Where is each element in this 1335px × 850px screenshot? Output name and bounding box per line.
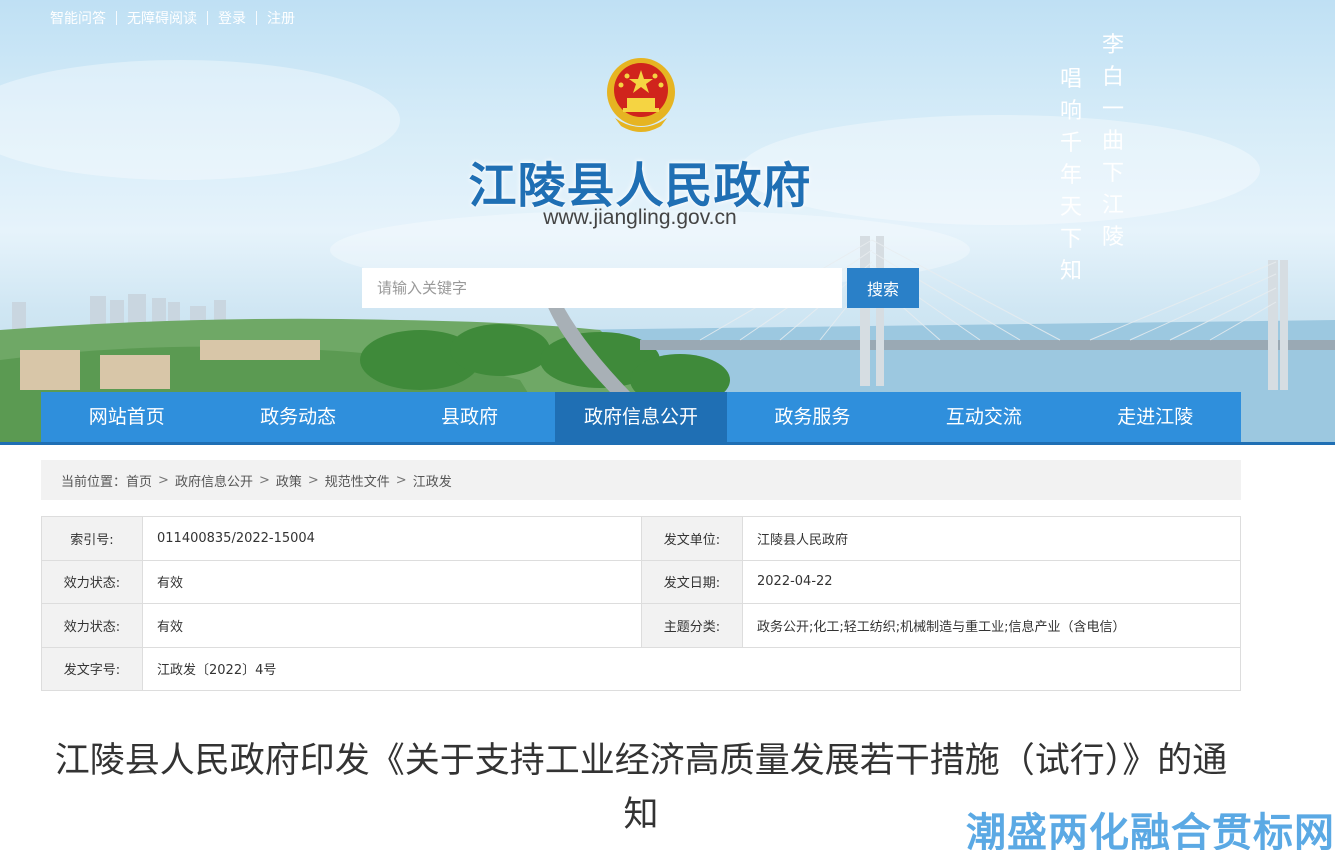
divider [116,11,117,25]
doc-number-label: 发文字号: [41,646,143,691]
breadcrumb-jiangzhengfa[interactable]: 江政发 [413,471,452,490]
search-button[interactable]: 搜索 [847,268,919,308]
breadcrumb: 当前位置： 首页 > 政府信息公开 > 政策 > 规范性文件 > 江政发 [41,460,1241,500]
site-url: www.jiangling.gov.cn [543,206,737,229]
poem-column-2: 唱响千年天下知 [1059,67,1082,284]
header-banner: 智能问答 无障碍阅读 登录 注册 江陵县人民政府 www.jiangling.g… [0,0,1335,445]
watermark: 潮盛两化融合贯标网 [966,810,1335,850]
main-nav: 网站首页 政务动态 县政府 政府信息公开 政务服务 互动交流 走进江陵 [41,392,1241,442]
nav-info-disclosure[interactable]: 政府信息公开 [555,392,727,442]
accessibility-link[interactable]: 无障碍阅读 [127,8,197,28]
breadcrumb-home[interactable]: 首页 [126,471,152,490]
nav-services[interactable]: 政务服务 [727,392,898,442]
chevron-right-icon: > [158,472,169,488]
poem-column-1: 李白一曲下江陵 [1101,33,1124,250]
national-emblem-icon [607,58,675,132]
smart-qa-link[interactable]: 智能问答 [50,8,106,28]
status-label: 效力状态: [41,559,143,604]
breadcrumb-normative-docs[interactable]: 规范性文件 [325,471,390,490]
topic-label: 主题分类: [641,603,743,648]
nav-underline [0,442,1335,445]
top-links: 智能问答 无障碍阅读 登录 注册 [50,8,295,28]
divider [256,11,257,25]
search-input[interactable] [362,268,842,308]
index-label: 索引号: [41,516,143,561]
register-link[interactable]: 注册 [267,8,295,28]
status-value: 有效 [142,559,642,604]
table-row: 效力状态: 有效 发文日期: 2022-04-22 [41,559,1241,604]
nav-home[interactable]: 网站首页 [41,392,212,442]
doc-number-value: 江政发〔2022〕4号 [142,646,1241,691]
breadcrumb-label: 当前位置： [61,474,127,490]
table-row: 发文字号: 江政发〔2022〕4号 [41,646,1241,691]
date-label: 发文日期: [641,559,743,604]
breadcrumb-info-disclosure[interactable]: 政府信息公开 [175,471,253,490]
nav-news[interactable]: 政务动态 [212,392,383,442]
issuer-label: 发文单位: [641,516,743,561]
table-row: 索引号: 011400835/2022-15004 发文单位: 江陵县人民政府 [41,516,1241,561]
chevron-right-icon: > [307,472,319,488]
document-info-table: 索引号: 011400835/2022-15004 发文单位: 江陵县人民政府 … [41,516,1241,691]
chevron-right-icon: > [395,472,407,488]
table-row: 效力状态: 有效 主题分类: 政务公开;化工;轻工纺织;机械制造与重工业;信息产… [41,603,1241,648]
nav-county-gov[interactable]: 县政府 [384,392,555,442]
breadcrumb-policy[interactable]: 政策 [276,471,302,490]
date-value: 2022-04-22 [742,559,1241,604]
nav-about-jiangling[interactable]: 走进江陵 [1070,392,1241,442]
nav-interaction[interactable]: 互动交流 [898,392,1069,442]
divider [207,11,208,25]
index-value: 011400835/2022-15004 [142,516,642,561]
login-link[interactable]: 登录 [218,8,246,28]
topic-value: 政务公开;化工;轻工纺织;机械制造与重工业;信息产业（含电信） [742,603,1241,648]
chevron-right-icon: > [258,472,270,488]
status-label-2: 效力状态: [41,603,143,648]
status-value-2: 有效 [142,603,642,648]
issuer-value: 江陵县人民政府 [742,516,1241,561]
